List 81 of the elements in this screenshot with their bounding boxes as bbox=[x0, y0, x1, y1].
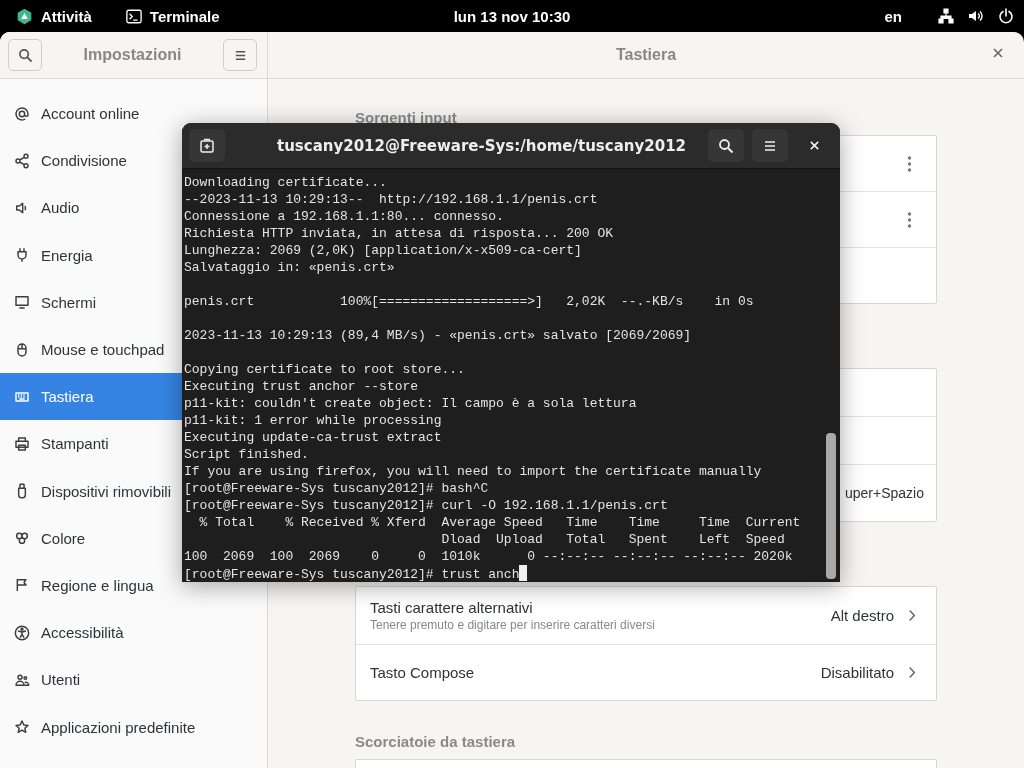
power-icon[interactable] bbox=[998, 8, 1014, 24]
terminal-title: tuscany2012@Freeware-Sys:/home/tuscany2012 bbox=[275, 136, 688, 155]
terminal-line: 2023-11-13 10:29:13 (89,4 MB/s) - «penis.crt» salvato [2069/2069] bbox=[184, 327, 693, 344]
terminal-line: Executing trust anchor --store bbox=[184, 378, 420, 395]
sidebar-item[interactable]: Energia bbox=[0, 231, 182, 279]
sidebar-item[interactable]: Applicazioni predefinite bbox=[0, 703, 200, 751]
sidebar-item[interactable]: Regione e lingua bbox=[0, 561, 182, 610]
terminal-line: Lunghezza: 2069 (2,0K) [application/x-x509-ca-cert] bbox=[184, 242, 583, 259]
sidebar-item[interactable]: Utenti bbox=[0, 656, 182, 704]
terminal-line: Downloading certificate... bbox=[184, 174, 388, 191]
volume-icon[interactable] bbox=[968, 8, 984, 24]
row-label: Tasti carattere alternativi bbox=[370, 599, 534, 616]
terminal-line: Richiesta HTTP inviata, in attesa di risposta... 200 OK bbox=[184, 225, 615, 242]
row-label: Tasto Compose bbox=[370, 664, 476, 681]
settings-row[interactable]: Tasti carattere alternativi Tenere premuto e digitare per inserire caratteri diversi Alt destro bbox=[356, 587, 936, 645]
plug-icon bbox=[14, 247, 30, 264]
search-icon bbox=[718, 137, 734, 154]
sidebar-item[interactable]: Schermi bbox=[0, 278, 182, 326]
search-button[interactable] bbox=[8, 39, 42, 71]
network-icon[interactable] bbox=[938, 8, 954, 24]
sidebar-item[interactable]: Accessibilità bbox=[0, 609, 182, 657]
mouse-icon bbox=[14, 341, 30, 358]
input-source-button[interactable]: en bbox=[884, 7, 902, 25]
section-heading: Scorciatoie da tastiera bbox=[355, 733, 517, 752]
terminal-line: penis.crt 100%[===================>] 2,02K --.-KB/s in 0s bbox=[184, 293, 755, 310]
logo-icon bbox=[16, 7, 33, 25]
sidebar-item[interactable]: Condivisione bbox=[0, 137, 182, 185]
terminal-line: Script finished. bbox=[184, 446, 310, 463]
row-subtitle: Tenere premuto e digitare per inserire caratteri diversi bbox=[370, 618, 656, 632]
activities-button[interactable]: Attività bbox=[16, 7, 92, 25]
terminal-line: p11-kit: 1 error while processing bbox=[184, 412, 443, 429]
sidebar-item[interactable]: Dispositivi rimovibili bbox=[0, 467, 182, 515]
chevron-icon bbox=[908, 609, 916, 622]
close-icon bbox=[992, 47, 1004, 59]
more-options-icon[interactable] bbox=[907, 155, 912, 172]
terminal-line: Dload Upload Total Spent Left Speed bbox=[440, 531, 786, 548]
terminal-line: % Total % Received % Xferd Average Speed Time Time Time Current bbox=[198, 514, 802, 531]
new-tab-icon bbox=[199, 137, 215, 154]
terminal-line: p11-kit: couldn't create object: Il campo è a sola lettura bbox=[184, 395, 638, 412]
row-value: Disabilitato bbox=[820, 664, 894, 681]
accessibility-icon bbox=[14, 624, 30, 641]
terminal-line: Connessione a 192.168.1.1:80... connesso. bbox=[184, 208, 505, 225]
terminal-line: [root@Freeware-Sys tuscany2012]# bash^C bbox=[184, 480, 490, 497]
star-icon bbox=[14, 719, 30, 736]
terminal-icon bbox=[125, 8, 142, 24]
sidebar-item[interactable]: Tastiera bbox=[0, 373, 182, 421]
terminal-line: Executing update-ca-trust extract bbox=[184, 429, 443, 446]
search-icon bbox=[17, 47, 33, 63]
app-menu-button[interactable]: Terminale bbox=[125, 7, 220, 25]
sidebar-title: Impostazioni bbox=[83, 46, 182, 64]
terminal-line: Copying certificate to root store... bbox=[184, 361, 466, 378]
share-icon bbox=[14, 152, 30, 169]
panel-title: Tastiera bbox=[615, 46, 677, 64]
sidebar-item[interactable]: Colore bbox=[0, 514, 182, 562]
menu-button[interactable] bbox=[223, 39, 257, 71]
color-circles-icon bbox=[14, 530, 30, 547]
terminal-line: Salvataggio in: «penis.crt» bbox=[184, 259, 396, 276]
terminal-line: --2023-11-13 10:29:13-- http://192.168.1.1/penis.crt bbox=[184, 191, 599, 208]
section-heading: Sorgenti input bbox=[355, 109, 458, 128]
terminal-line: 100 2069 100 2069 0 0 1010k 0 --:--:-- --:--:-- --:--:-- 2020k bbox=[184, 548, 794, 565]
close-icon bbox=[808, 140, 820, 151]
settings-row[interactable]: Tasto Compose Disabilitato bbox=[356, 645, 936, 700]
terminal-line: [root@Freeware-Sys tuscany2012]# curl -O 192.168.1.1/penis.crt bbox=[184, 497, 669, 514]
terminal-line: If you are using firefox, you will need to import the certificate manually bbox=[184, 463, 763, 480]
sidebar-item[interactable]: Audio bbox=[0, 184, 182, 232]
sidebar-item[interactable]: Mouse e touchpad bbox=[0, 325, 182, 374]
flag-icon bbox=[14, 577, 30, 594]
new-tab-button[interactable] bbox=[189, 129, 225, 162]
row-value: Alt destro bbox=[830, 607, 894, 624]
menu-button[interactable] bbox=[752, 129, 788, 162]
terminal-line: [root@Freeware-Sys tuscany2012]# trust anch bbox=[184, 565, 826, 582]
sidebar-item[interactable]: Stampanti bbox=[0, 420, 182, 468]
sidebar-item[interactable]: Account online bbox=[0, 90, 182, 138]
chevron-icon bbox=[908, 666, 916, 679]
shortcut-value: uper+Spazio bbox=[845, 485, 924, 501]
monitor-icon bbox=[14, 294, 30, 311]
clock[interactable]: lun 13 nov 10:30 bbox=[453, 7, 571, 25]
at-sign-icon bbox=[14, 105, 30, 122]
printer-icon bbox=[14, 435, 30, 452]
search-button[interactable] bbox=[708, 129, 744, 162]
more-options-icon[interactable] bbox=[907, 211, 912, 228]
